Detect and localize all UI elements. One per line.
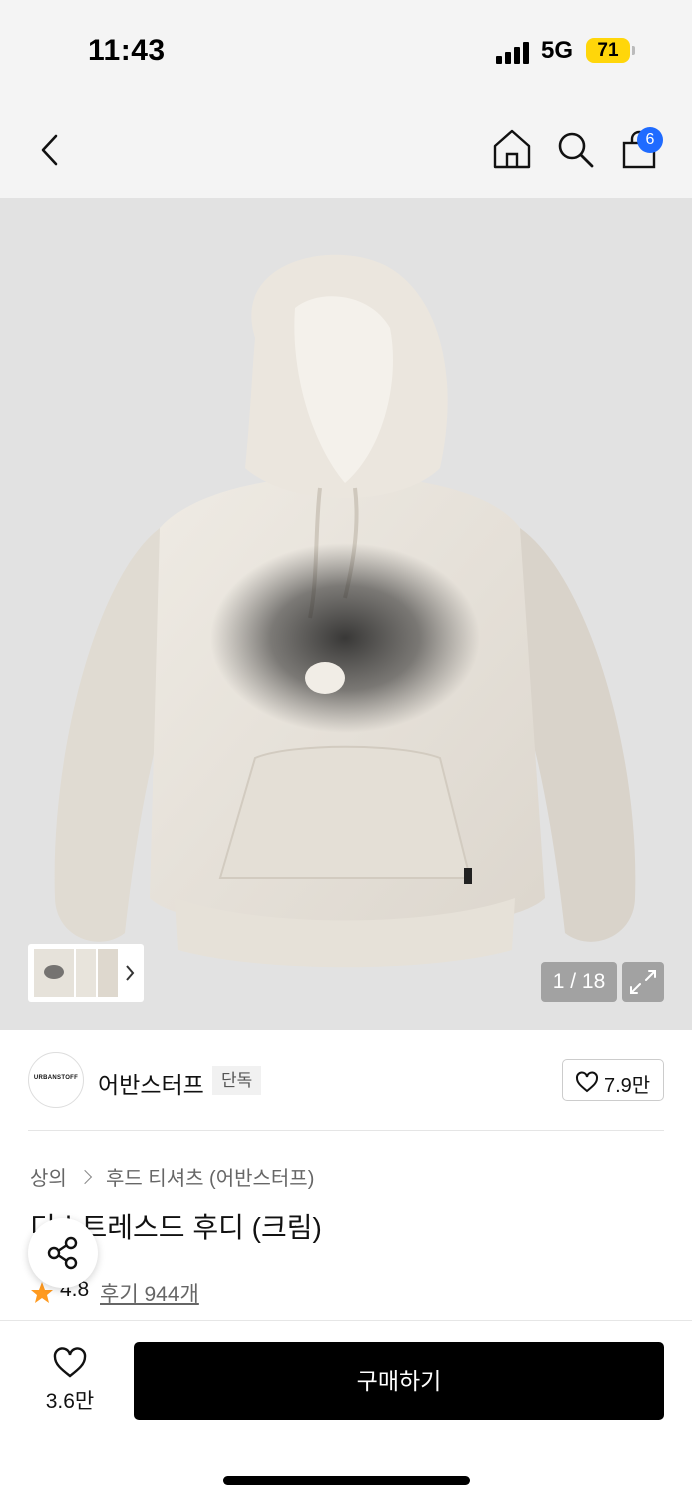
- share-button[interactable]: [28, 1218, 98, 1288]
- chevron-right-icon: [78, 1169, 93, 1184]
- home-icon[interactable]: [492, 128, 532, 170]
- share-icon: [47, 1236, 78, 1270]
- product-image[interactable]: [0, 198, 692, 1030]
- brand-logo[interactable]: URBANSTOFF: [28, 1052, 84, 1108]
- review-link[interactable]: 후기 944개: [100, 1278, 199, 1308]
- expand-button[interactable]: [622, 962, 664, 1002]
- divider: [28, 1130, 664, 1131]
- wishlist-count: 3.6만: [45, 1390, 95, 1413]
- breadcrumb-subcategory[interactable]: 후드 티셔츠 (어반스터프): [106, 1162, 314, 1191]
- thumbnail-strip[interactable]: [28, 944, 144, 1002]
- status-time: 11:43: [88, 34, 166, 67]
- battery-tip: [632, 46, 635, 55]
- hoodie-illustration: [54, 254, 636, 968]
- thumbnail-images: [34, 949, 135, 997]
- wishlist-button[interactable]: 3.6만: [30, 1347, 110, 1417]
- brand-row[interactable]: URBANSTOFF 어반스터프 단독 7.9만: [28, 1052, 664, 1110]
- battery-icon: 71: [586, 38, 630, 63]
- breadcrumb: 상의 후드 티셔츠 (어반스터프): [30, 1162, 314, 1191]
- exclusive-tag: 단독: [212, 1066, 262, 1095]
- brand-name[interactable]: 어반스터프: [98, 1066, 204, 1100]
- bottom-action-bar: 3.6만 구매하기: [0, 1320, 692, 1500]
- heart-icon: [53, 1347, 87, 1378]
- expand-icon: [630, 970, 656, 994]
- brand-like-button[interactable]: 7.9만: [562, 1059, 664, 1101]
- cart-count-badge: 6: [637, 127, 663, 153]
- back-icon[interactable]: [36, 132, 64, 168]
- image-counter: 1 / 18: [541, 962, 617, 1002]
- status-bar: 11:43 5G 71: [0, 0, 692, 100]
- buy-button[interactable]: 구매하기: [134, 1342, 664, 1420]
- network-label: 5G: [541, 37, 574, 64]
- search-icon[interactable]: [556, 130, 596, 170]
- signal-icon: [496, 40, 532, 64]
- home-indicator: [223, 1476, 470, 1485]
- brand-like-count: 7.9만: [604, 1075, 651, 1097]
- heart-icon: [576, 1071, 598, 1093]
- breadcrumb-category[interactable]: 상의: [30, 1162, 67, 1191]
